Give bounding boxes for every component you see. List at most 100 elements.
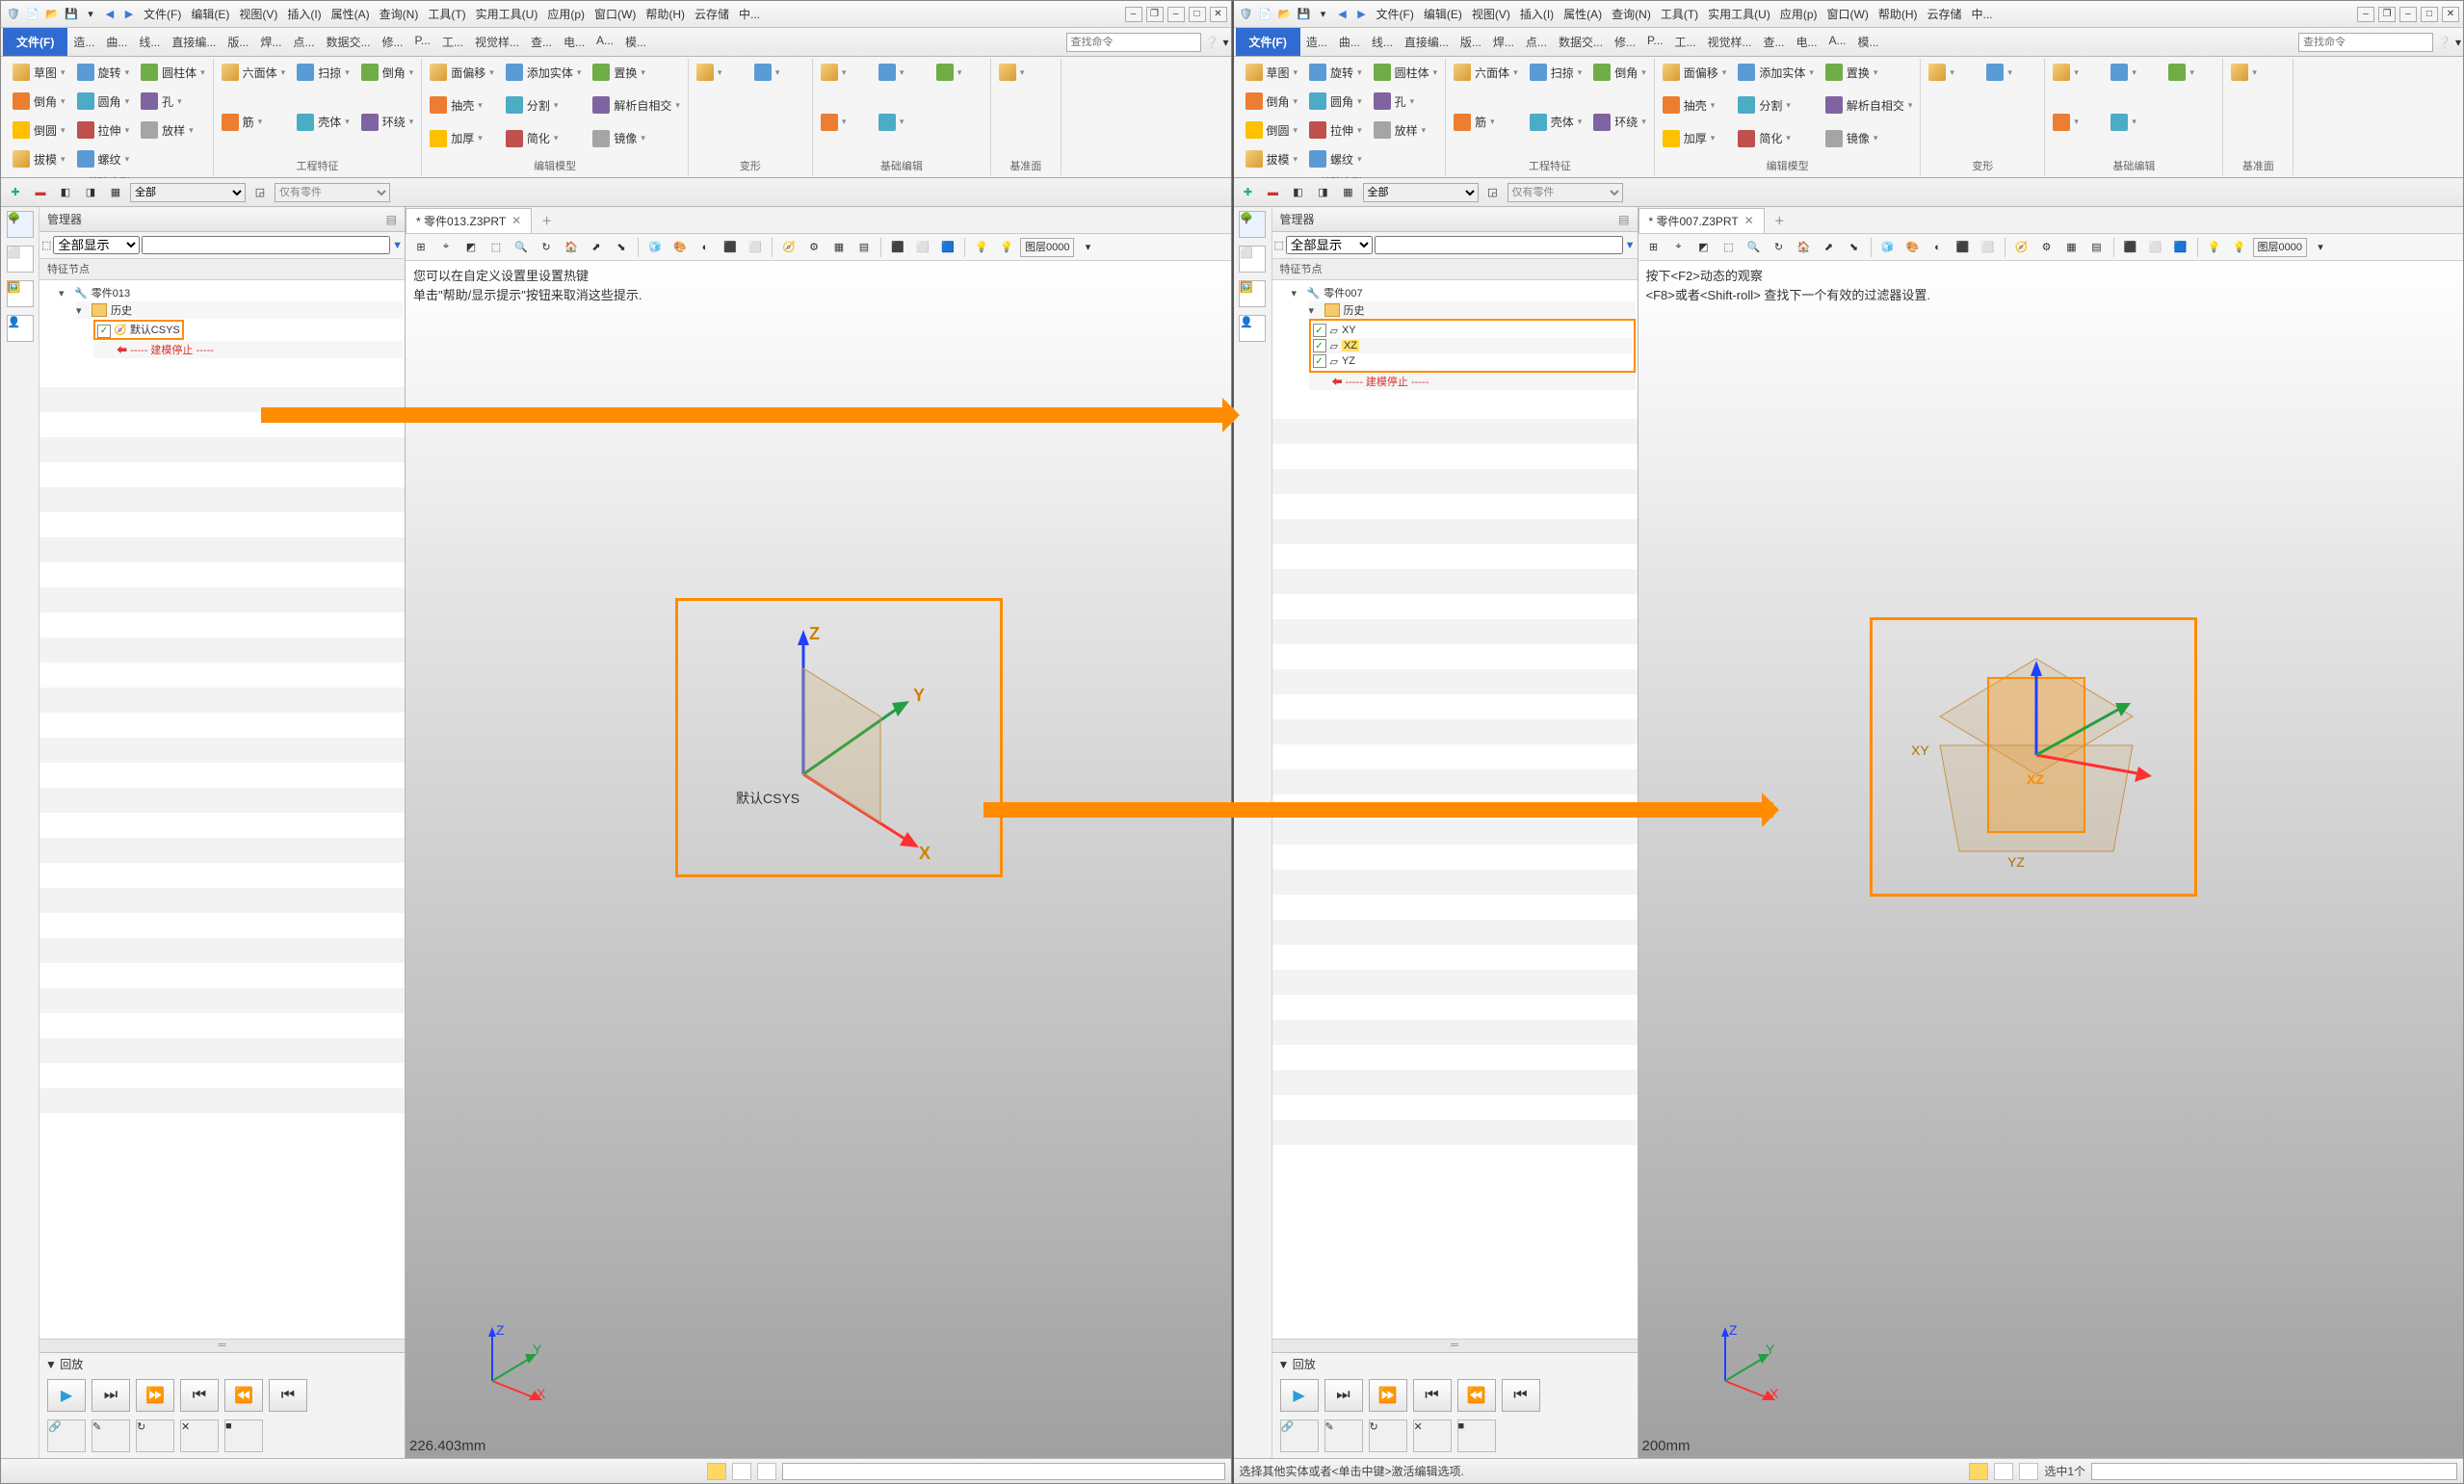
chevron-down-icon[interactable]: ▾ bbox=[2007, 67, 2012, 78]
menu-item[interactable]: 中... bbox=[1968, 4, 1997, 24]
pb-stop-icon[interactable]: ■ bbox=[1457, 1419, 1496, 1452]
menu-item[interactable]: 应用(p) bbox=[1776, 4, 1822, 24]
ribbon-min-icon[interactable]: ▾ bbox=[2455, 36, 2461, 49]
max-inner-icon[interactable]: ❐ bbox=[1146, 7, 1164, 22]
splitter-handle[interactable]: ═ bbox=[1272, 1339, 1638, 1352]
dropdown-icon[interactable]: ▾ bbox=[1315, 6, 1332, 23]
ribbon-button[interactable]: 螺纹▾ bbox=[1305, 145, 1366, 172]
step-fwd-button[interactable]: ⏭ bbox=[92, 1379, 130, 1412]
pb-edit-icon[interactable]: ✎ bbox=[92, 1419, 130, 1452]
ribbon-button[interactable]: ▾ bbox=[2164, 59, 2218, 86]
ribbon-button[interactable]: 添加实体▾ bbox=[502, 59, 586, 86]
side-tree-icon[interactable]: 🌳 bbox=[1239, 211, 1266, 238]
fwd-icon[interactable]: ▶ bbox=[1353, 6, 1371, 23]
ribbon-button[interactable]: 草图▾ bbox=[9, 59, 69, 86]
view-tool-button[interactable]: ▦ bbox=[2060, 237, 2084, 258]
ribbon-button[interactable]: 倒角▾ bbox=[357, 59, 418, 86]
chevron-down-icon[interactable]: ▾ bbox=[641, 133, 645, 143]
view-tool-button[interactable]: ▤ bbox=[852, 237, 876, 258]
ribbon-tab[interactable]: 线... bbox=[133, 28, 166, 56]
ribbon-tab[interactable]: 直接编... bbox=[1399, 28, 1455, 56]
layer-display[interactable]: 图层0000 bbox=[2253, 238, 2307, 257]
menu-item[interactable]: 文件(F) bbox=[140, 4, 185, 24]
view-tool-button[interactable]: ⬚ bbox=[1717, 237, 1741, 258]
ribbon-button[interactable]: 解析自相交▾ bbox=[1822, 91, 1917, 118]
chevron-down-icon[interactable]: ▾ bbox=[554, 133, 559, 143]
chevron-down-icon[interactable]: ▾ bbox=[478, 133, 483, 143]
menu-item[interactable]: 工具(T) bbox=[1657, 4, 1702, 24]
playback-title[interactable]: ▼ 回放 bbox=[39, 1353, 405, 1375]
ribbon-button[interactable]: ▾ bbox=[2107, 59, 2161, 86]
sel2-icon[interactable]: ◨ bbox=[80, 182, 101, 203]
pb-delete-icon[interactable]: ✕ bbox=[180, 1419, 219, 1452]
ribbon-button[interactable]: 倒角▾ bbox=[9, 88, 69, 115]
chevron-down-icon[interactable]: ▾ bbox=[409, 117, 414, 127]
chevron-down-icon[interactable]: ▾ bbox=[577, 67, 582, 78]
file-menu-tab[interactable]: 文件(F) bbox=[1236, 28, 1300, 56]
panel-menu-icon[interactable]: ▤ bbox=[386, 213, 397, 226]
chevron-down-icon[interactable]: ▾ bbox=[2074, 117, 2079, 127]
view-tool-button[interactable]: ⬚ bbox=[485, 237, 508, 258]
menu-item[interactable]: 中... bbox=[735, 4, 764, 24]
ribbon-button[interactable]: 拔模▾ bbox=[1242, 145, 1302, 172]
side-img-icon[interactable]: 🖼️ bbox=[7, 280, 34, 307]
add-icon[interactable]: ✚ bbox=[5, 182, 26, 203]
sel3-icon[interactable]: ▦ bbox=[1338, 182, 1359, 203]
status-ico-3[interactable] bbox=[757, 1463, 776, 1480]
view-tool-button[interactable]: ◩ bbox=[459, 237, 483, 258]
chevron-down-icon[interactable]: ▾ bbox=[1513, 67, 1518, 78]
layer-dropdown-icon[interactable]: ▾ bbox=[2309, 237, 2332, 258]
chevron-down-icon[interactable]: ▾ bbox=[345, 67, 350, 78]
splitter-handle[interactable]: ═ bbox=[39, 1339, 405, 1352]
view-tool-button[interactable]: ▤ bbox=[2085, 237, 2109, 258]
ribbon-tab[interactable]: 工... bbox=[1668, 28, 1701, 56]
chevron-down-icon[interactable]: ▾ bbox=[842, 117, 847, 127]
ribbon-button[interactable]: 倒圆▾ bbox=[9, 117, 69, 143]
chevron-down-icon[interactable]: ▾ bbox=[775, 67, 780, 78]
ribbon-button[interactable]: 放样▾ bbox=[1370, 117, 1442, 143]
view-tool-button[interactable]: 🧊 bbox=[1876, 237, 1900, 258]
view-tool-button[interactable]: ⌖ bbox=[1667, 237, 1691, 258]
chevron-down-icon[interactable]: ▾ bbox=[1410, 96, 1415, 107]
back-icon[interactable]: ◀ bbox=[101, 6, 118, 23]
fwd-icon[interactable]: ▶ bbox=[120, 6, 138, 23]
chevron-down-icon[interactable]: ▾ bbox=[1641, 67, 1646, 78]
chevron-down-icon[interactable]: ▾ bbox=[1809, 67, 1814, 78]
step-fwd-button[interactable]: ⏭ bbox=[1324, 1379, 1363, 1412]
filter-funnel-icon[interactable]: ▼ bbox=[1625, 240, 1636, 251]
filter-input[interactable] bbox=[1375, 236, 1623, 254]
chevron-down-icon[interactable]: ▾ bbox=[1422, 125, 1427, 136]
ribbon-button[interactable]: 镜像▾ bbox=[589, 125, 684, 152]
view-tool-button[interactable]: ⬛ bbox=[886, 237, 909, 258]
search-command-input[interactable] bbox=[1066, 33, 1201, 52]
chevron-down-icon[interactable]: ▾ bbox=[125, 154, 130, 165]
menu-item[interactable]: 云存储 bbox=[1924, 4, 1966, 24]
ribbon-tab[interactable]: 点... bbox=[287, 28, 320, 56]
menu-item[interactable]: 属性(A) bbox=[1560, 4, 1606, 24]
menu-item[interactable]: 实用工具(U) bbox=[1704, 4, 1774, 24]
ribbon-tab[interactable]: 版... bbox=[222, 28, 254, 56]
ribbon-button[interactable]: 拔模▾ bbox=[9, 145, 69, 172]
view-tool-button[interactable]: 🧭 bbox=[2010, 237, 2033, 258]
side-user-icon[interactable]: 👤 bbox=[7, 315, 34, 342]
ribbon-tab[interactable]: 造... bbox=[1300, 28, 1333, 56]
chevron-down-icon[interactable]: ▾ bbox=[200, 67, 205, 78]
view-tool-button[interactable]: ◩ bbox=[1692, 237, 1716, 258]
sel4-icon[interactable]: ◲ bbox=[1482, 182, 1504, 203]
chevron-down-icon[interactable]: ▾ bbox=[1874, 67, 1878, 78]
ribbon-button[interactable]: 筋▾ bbox=[218, 109, 290, 136]
new-tab-button[interactable]: ＋ bbox=[1765, 209, 1795, 232]
ribbon-button[interactable]: 置换▾ bbox=[589, 59, 684, 86]
back-icon[interactable]: ◀ bbox=[1334, 6, 1351, 23]
ribbon-button[interactable]: 孔▾ bbox=[137, 88, 209, 115]
chevron-down-icon[interactable]: ▾ bbox=[189, 125, 194, 136]
menu-item[interactable]: 插入(I) bbox=[283, 4, 325, 24]
view-tool-button[interactable]: 🧊 bbox=[643, 237, 667, 258]
chevron-down-icon[interactable]: ▾ bbox=[554, 100, 559, 111]
sel2-icon[interactable]: ◨ bbox=[1313, 182, 1334, 203]
max-icon[interactable]: □ bbox=[2421, 7, 2438, 22]
menu-item[interactable]: 工具(T) bbox=[424, 4, 469, 24]
chevron-down-icon[interactable]: ▾ bbox=[61, 154, 66, 165]
pb-link-icon[interactable]: 🔗 bbox=[47, 1419, 86, 1452]
status-ico-1[interactable] bbox=[707, 1463, 726, 1480]
